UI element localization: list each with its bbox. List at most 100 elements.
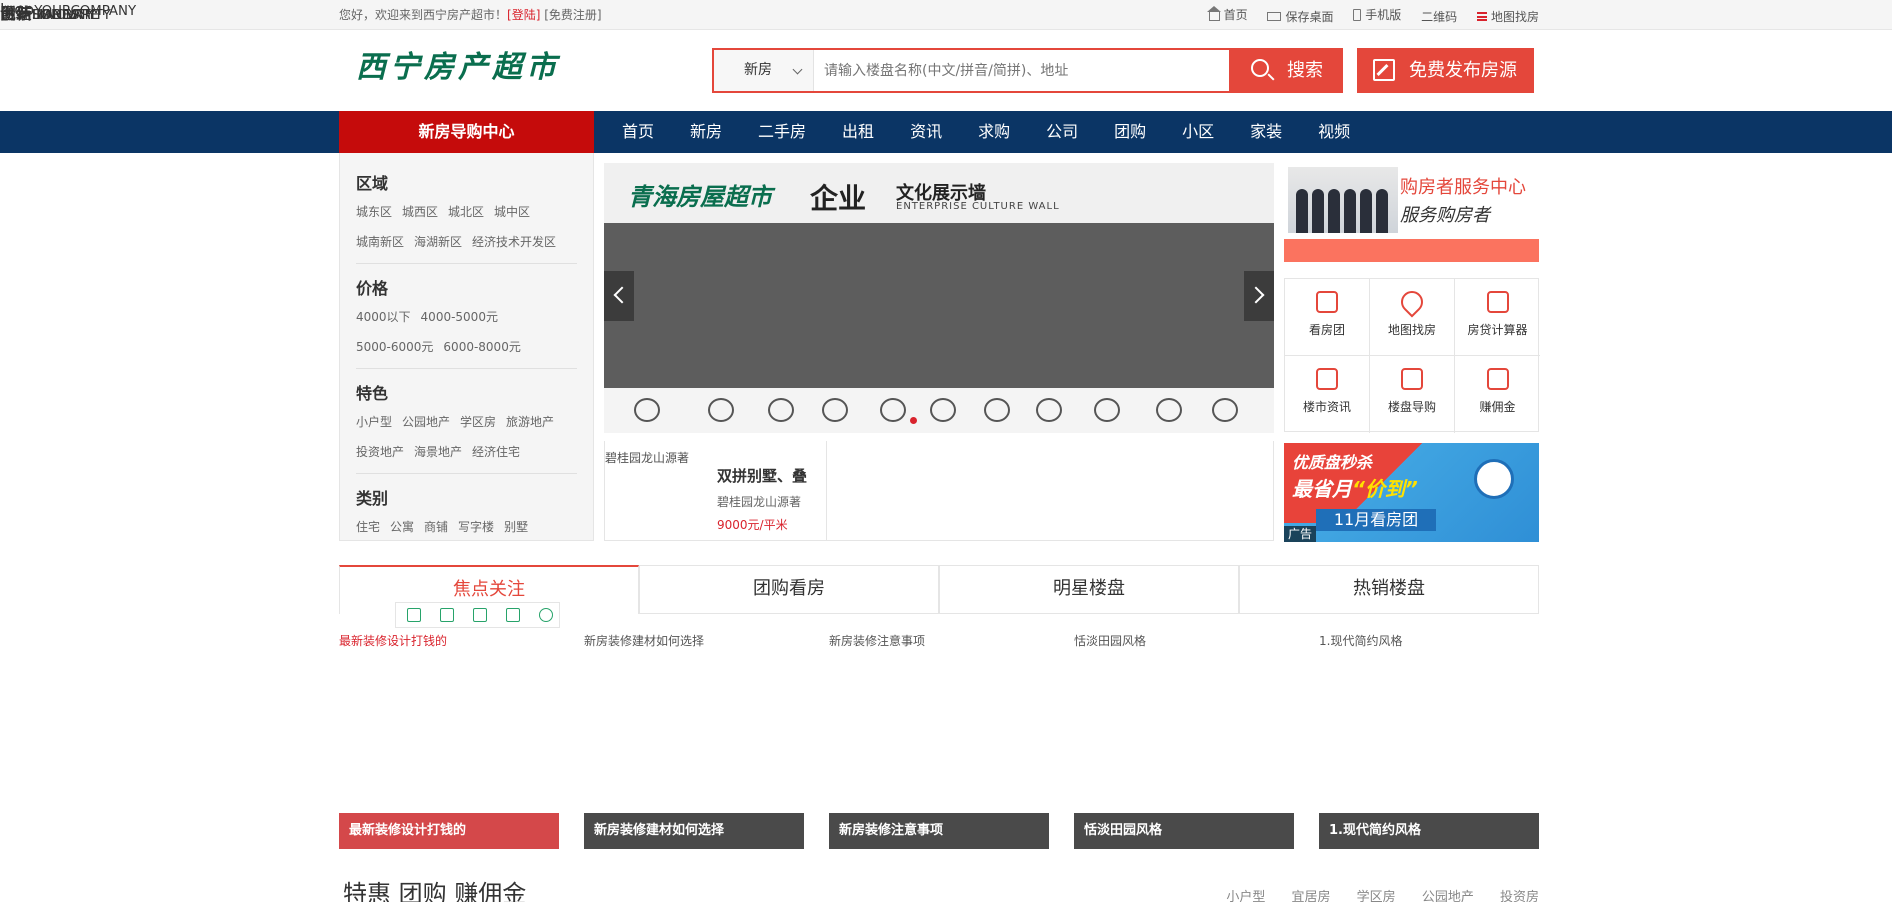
service-center[interactable]: 购房者服务中心 服务购房者 [1284,163,1539,263]
filter-option[interactable]: 海景地产 [414,437,462,467]
filter-option[interactable]: 5000-6000元 [356,332,433,362]
copy-icon[interactable] [407,608,421,622]
filter-option[interactable]: 城中区 [494,197,530,227]
nav-item-wanted[interactable]: 求购 [960,111,1028,153]
bulb-icon [768,398,794,422]
filter-option[interactable]: 城南新区 [356,227,404,257]
property-image-alt[interactable]: 碧桂园龙山源著 [605,449,705,466]
top-link-save-desktop[interactable]: 保存桌面 [1267,2,1333,32]
service-label: 房贷计算器 [1467,323,1528,337]
nav-item-video[interactable]: 视频 [1300,111,1368,153]
settings-icon[interactable] [539,608,553,622]
decor-caption[interactable]: 新房装修建材如何选择 [584,813,804,849]
home-icon [1206,6,1221,21]
decor-caption[interactable]: 新房装修注意事项 [829,813,1049,849]
nav-item-new-house[interactable]: 新房 [672,111,740,153]
section-tag[interactable]: 小户型 [1226,890,1265,902]
search-button[interactable]: 搜索 [1229,48,1343,93]
register-link[interactable]: [免费注册] [544,8,601,22]
decor-card[interactable]: 1.现代简约风格 1.现代简约风格 [1319,628,1539,849]
filter-option[interactable]: 城东区 [356,197,392,227]
top-link-home[interactable]: 首页 [1206,0,1248,30]
login-link[interactable]: [登陆] [507,8,540,22]
decor-card[interactable]: 新房装修注意事项 新房装修注意事项 [829,628,1049,849]
decor-caption[interactable]: 最新装修设计打钱的 [339,813,559,849]
decor-caption[interactable]: 恬淡田园风格 [1074,813,1294,849]
decor-card[interactable]: 恬淡田园风格 恬淡田园风格 [1074,628,1294,849]
banner-indicator-dot[interactable] [910,417,917,424]
filter-option[interactable]: 住宅 [356,512,380,542]
decor-caption[interactable]: 1.现代简约风格 [1319,813,1539,849]
decor-card[interactable]: 最新装修设计打钱的 最新装修设计打钱的 [339,628,559,849]
city-icon [880,398,906,422]
service-map-search[interactable]: 地图找房 [1370,279,1455,356]
nav-item-community[interactable]: 小区 [1164,111,1232,153]
publish-listing-button[interactable]: 免费发布房源 [1357,48,1534,93]
save-icon[interactable] [473,608,487,622]
service-property-guide[interactable]: 楼盘导购 [1370,356,1455,433]
filter-option[interactable]: 公园地产 [402,407,450,437]
tab-group-tour[interactable]: 团购看房 [639,565,939,614]
decor-image-alt[interactable]: 新房装修注意事项 [829,632,925,649]
top-link-map[interactable]: 地图找房 [1476,2,1539,32]
filter-option[interactable]: 学区房 [460,407,496,437]
decor-image-alt[interactable]: 最新装修设计打钱的 [339,632,447,649]
filter-option[interactable]: 经济技术开发区 [472,227,556,257]
tab-star-properties[interactable]: 明星楼盘 [939,565,1239,614]
filter-option[interactable]: 4000以下 [356,302,411,332]
promo-ad[interactable]: 优质盘秒杀 最省月“价到” 11月看房团 广告 [1284,443,1539,542]
nav-item-rent[interactable]: 出租 [824,111,892,153]
top-link-mobile[interactable]: 手机版 [1353,0,1401,30]
hero-banner[interactable]: 青海房屋超市 企业 文化展示墙 ENTERPRISE CULTURE WALL [604,163,1274,433]
filter-option[interactable]: 6000-8000元 [443,332,520,362]
filter-option[interactable]: 写字楼 [458,512,494,542]
filter-option[interactable]: 别墅 [504,512,528,542]
filter-option[interactable]: 城北区 [448,197,484,227]
filter-option[interactable]: 投资地产 [356,437,404,467]
ad-tag: 广告 [1284,526,1317,542]
filter-option[interactable]: 公寓 [390,512,414,542]
service-loan-calculator[interactable]: 房贷计算器 [1455,279,1540,356]
banner-prev-button[interactable] [604,271,634,321]
filter-options: 4000以下 4000-5000元 5000-6000元 6000-8000元 [356,302,577,362]
section-tag[interactable]: 投资房 [1500,890,1539,902]
filter-title: 区域 [356,174,389,193]
brush-icon [1486,368,1509,390]
nav-item-news[interactable]: 资讯 [892,111,960,153]
decor-card[interactable]: 新房装修建材如何选择 新房装修建材如何选择 [584,628,804,849]
filter-option[interactable]: 商铺 [424,512,448,542]
monitor-icon [1267,12,1282,21]
fullscreen-icon[interactable] [440,608,454,622]
nav-item-home[interactable]: 首页 [604,111,672,153]
decor-image-alt[interactable]: 1.现代简约风格 [1319,632,1402,649]
nav-item-decoration[interactable]: 家装 [1232,111,1300,153]
decor-image-alt[interactable]: 恬淡田园风格 [1074,632,1146,649]
top-link-qrcode[interactable]: 二维码 [1421,2,1457,32]
search-type-select[interactable]: 新房 [714,50,814,91]
nav-item-group-buy[interactable]: 团购 [1096,111,1164,153]
section-tag[interactable]: 宜居房 [1292,890,1331,902]
filter-option[interactable]: 旅游地产 [506,407,554,437]
filter-option[interactable]: 小户型 [356,407,392,437]
property-name[interactable]: 双拼别墅、叠 [717,465,807,486]
filter-option[interactable]: 4000-5000元 [421,302,498,332]
search-input[interactable] [814,50,1229,91]
share-icon[interactable] [506,608,520,622]
property-card[interactable]: 碧桂园龙山源著 双拼别墅、叠 碧桂园龙山源著 9000元/平米 [604,441,1274,541]
service-market-news[interactable]: 楼市资讯 [1285,356,1370,433]
nav-guide-center[interactable]: 新房导购中心 [339,111,594,153]
site-logo[interactable]: 西宁房产超市 [356,48,566,88]
nav-item-company[interactable]: 公司 [1028,111,1096,153]
decor-image-alt[interactable]: 新房装修建材如何选择 [584,632,704,649]
tab-hot-properties[interactable]: 热销楼盘 [1239,565,1539,614]
banner-next-button[interactable] [1244,271,1274,321]
nav-item-second-hand[interactable]: 二手房 [740,111,824,153]
filter-option[interactable]: 经济住宅 [472,437,520,467]
filter-option[interactable]: 城西区 [402,197,438,227]
trophy-icon [930,398,956,422]
section-tag[interactable]: 学区房 [1357,890,1396,902]
service-bus-tour[interactable]: 看房团 [1285,279,1370,356]
filter-option[interactable]: 海湖新区 [414,227,462,257]
service-earn-commission[interactable]: 赚佣金 [1455,356,1540,433]
section-tag[interactable]: 公园地产 [1422,890,1474,902]
